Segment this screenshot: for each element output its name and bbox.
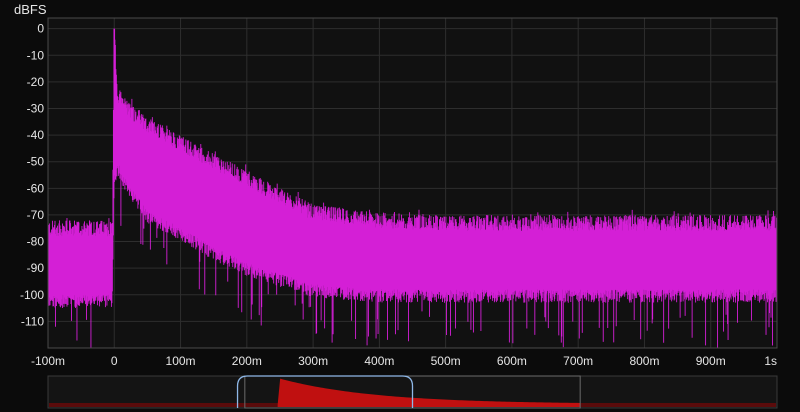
x-tick-label: 500m: [431, 354, 461, 368]
y-tick-label: -70: [27, 208, 45, 222]
x-tick-label: -100m: [31, 354, 65, 368]
x-tick-label: 300m: [298, 354, 328, 368]
y-tick-label: -80: [27, 235, 45, 249]
y-tick-label: -30: [27, 101, 45, 115]
y-tick-label: -10: [27, 48, 45, 62]
x-tick-label: 0: [111, 354, 118, 368]
y-tick-label: -40: [27, 128, 45, 142]
y-tick-label: -110: [21, 314, 44, 328]
x-tick-label: 900m: [696, 354, 726, 368]
y-tick-labels: 0 -10 -20 -30 -40 -50 -60 -70 -80 -90 -100 -110: [20, 22, 44, 329]
x-tick-label: 100m: [166, 354, 196, 368]
y-tick-label: -50: [27, 155, 45, 169]
y-tick-label: -20: [27, 75, 45, 89]
impulse-response-chart[interactable]: 0 -10 -20 -30 -40 -50 -60 -70 -80 -90 -100 -110 -10…: [0, 0, 800, 412]
y-tick-label: -90: [27, 261, 45, 275]
x-tick-label: 700m: [563, 354, 593, 368]
x-tick-label: 1s: [764, 354, 777, 368]
y-tick-label: -100: [20, 288, 44, 302]
x-tick-labels: -100m 0 100m 200m 300m 400m 500m 600m 700m 800m 90…: [31, 354, 777, 368]
x-tick-label: 600m: [497, 354, 527, 368]
y-tick-label: -60: [27, 181, 45, 195]
overview-strip[interactable]: [47, 375, 778, 409]
x-tick-label: 400m: [364, 354, 394, 368]
x-tick-label: 800m: [629, 354, 659, 368]
y-tick-label: 0: [37, 22, 44, 36]
x-tick-label: 200m: [232, 354, 262, 368]
